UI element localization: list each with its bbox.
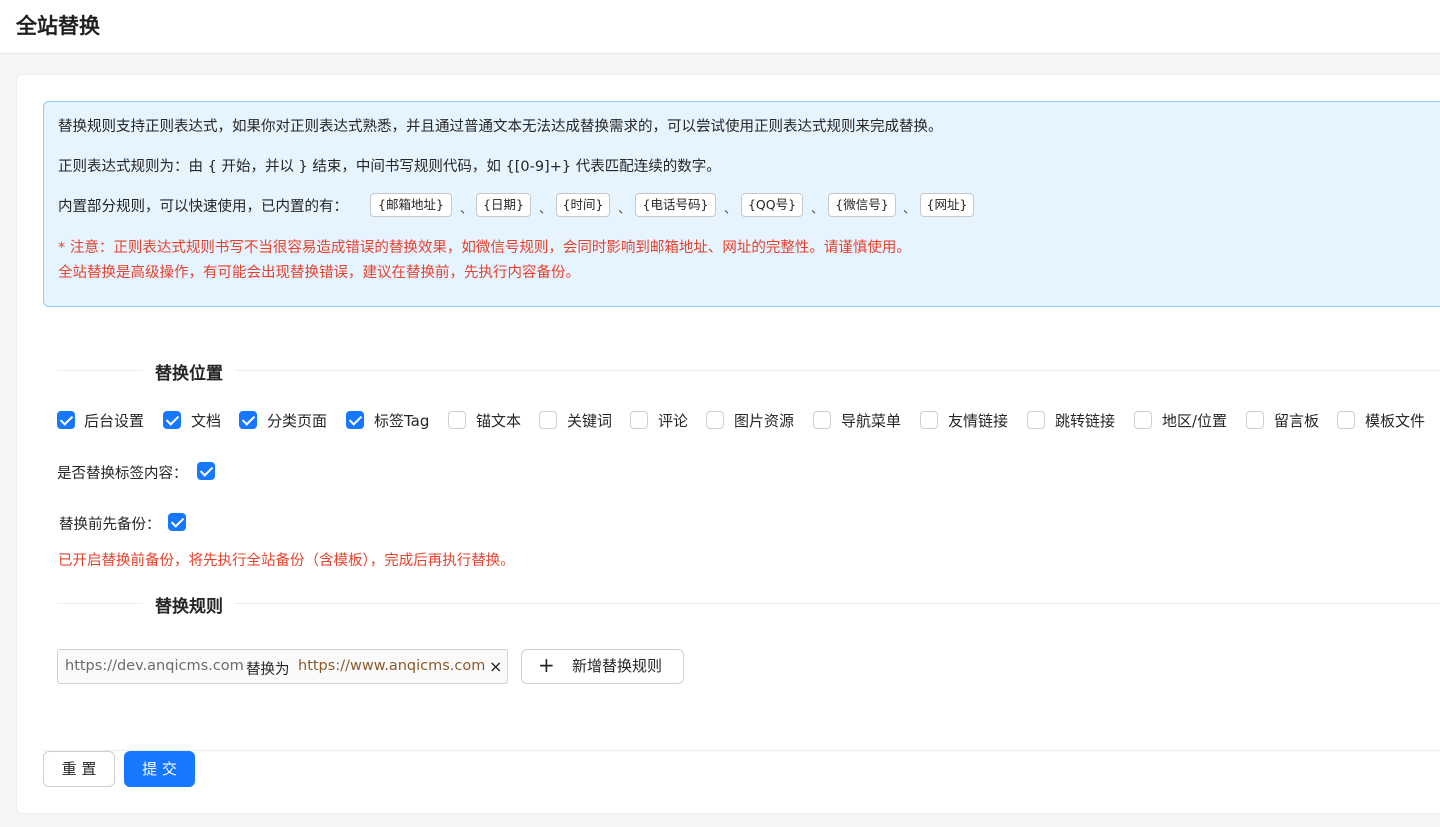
checkbox-label: 友情链接: [948, 412, 1009, 430]
add-replace-rule-button[interactable]: + 新增替换规则: [521, 649, 684, 684]
tag-separator: 、: [460, 202, 474, 217]
builtin-rule-url[interactable]: {网址}: [920, 193, 974, 217]
section-divider: [57, 603, 1440, 604]
checkbox-label: 地区/位置: [1162, 412, 1228, 430]
checkbox-label: 跳转链接: [1055, 412, 1116, 430]
checkbox-tags[interactable]: [346, 411, 364, 429]
rule-to-text: https://www.anqicms.com: [298, 658, 486, 674]
replace-tag-content-label: 是否替换标签内容：: [57, 466, 188, 482]
checkbox-label: 分类页面: [267, 412, 328, 430]
section-title-position: 替换位置: [143, 359, 235, 384]
tag-separator: 、: [903, 202, 917, 217]
tag-separator: 、: [811, 202, 825, 217]
checkbox-keywords[interactable]: [539, 411, 557, 429]
backup-before-replace-label: 替换前先备份：: [59, 517, 161, 533]
checkbox-label: 后台设置: [84, 412, 145, 430]
builtin-rule-time[interactable]: {时间}: [556, 193, 610, 217]
submit-button[interactable]: 提 交: [124, 751, 195, 787]
checkbox-documents[interactable]: [163, 411, 181, 429]
checkbox-redirect-links[interactable]: [1027, 411, 1045, 429]
builtin-rule-phone[interactable]: {电话号码}: [635, 193, 716, 217]
backup-notice: 已开启替换前备份，将先执行全站备份（含模板），完成后再执行替换。: [58, 553, 515, 569]
rule-joiner-text: 替换为: [246, 662, 290, 678]
tag-separator: 、: [724, 202, 738, 217]
checkbox-backend-settings[interactable]: [57, 411, 75, 429]
alert-warning-backup: 全站替换是高级操作，有可能会出现替换错误，建议在替换前，先执行内容备份。: [58, 265, 580, 281]
checkbox-label: 关键词: [567, 412, 613, 430]
checkbox-nav-menu[interactable]: [813, 411, 831, 429]
checkbox-friend-links[interactable]: [920, 411, 938, 429]
section-title-rules: 替换规则: [143, 592, 235, 617]
replace-rule-tag[interactable]: https://dev.anqicms.com 替换为 https://www.…: [57, 649, 508, 684]
checkbox-label: 模板文件: [1365, 412, 1426, 430]
tag-separator: 、: [539, 202, 553, 217]
checkbox-label: 留言板: [1274, 412, 1320, 430]
footer-divider: [43, 750, 1440, 751]
rule-from-text: https://dev.anqicms.com: [65, 658, 244, 674]
alert-line-regex-support: 替换规则支持正则表达式，如果你对正则表达式熟悉，并且通过普通文本无法达成替换需求…: [58, 119, 943, 135]
checkbox-region-location[interactable]: [1134, 411, 1152, 429]
checkbox-label: 文档: [191, 412, 222, 430]
page-title: 全站替换: [16, 14, 100, 38]
page-header: 全站替换: [0, 0, 1440, 54]
checkbox-label: 评论: [658, 412, 689, 430]
replace-tag-content-checkbox[interactable]: [197, 462, 215, 480]
checkbox-label: 图片资源: [734, 412, 795, 430]
section-divider: [57, 370, 1440, 371]
builtin-rule-qq[interactable]: {QQ号}: [741, 193, 803, 217]
add-rule-label: 新增替换规则: [572, 657, 663, 675]
alert-warning-regex: * 注意：正则表达式规则书写不当很容易造成错误的替换效果，如微信号规则，会同时影…: [58, 240, 911, 256]
reset-button[interactable]: 重 置: [43, 751, 115, 787]
alert-line-regex-syntax: 正则表达式规则为：由 { 开始，并以 } 结束，中间书写规则代码，如 {[0-9…: [58, 159, 721, 175]
checkbox-comments[interactable]: [630, 411, 648, 429]
checkbox-label: 锚文本: [476, 412, 522, 430]
checkbox-anchor-text[interactable]: [448, 411, 466, 429]
checkbox-image-resources[interactable]: [706, 411, 724, 429]
plus-icon: +: [538, 653, 555, 677]
backup-before-replace-checkbox[interactable]: [168, 513, 186, 531]
builtin-rule-date[interactable]: {日期}: [476, 193, 531, 217]
alert-line-builtin-rules: 内置部分规则，可以快速使用，已内置的有：: [58, 199, 348, 215]
checkbox-guestbook[interactable]: [1246, 411, 1264, 429]
checkbox-label: 标签Tag: [374, 412, 430, 430]
checkbox-template-files[interactable]: [1337, 411, 1355, 429]
builtin-rule-wechat[interactable]: {微信号}: [828, 193, 896, 217]
checkbox-category-pages[interactable]: [239, 411, 257, 429]
close-icon[interactable]: ×: [489, 657, 502, 676]
builtin-rule-email[interactable]: {邮箱地址}: [370, 193, 452, 217]
tag-separator: 、: [618, 202, 632, 217]
checkbox-label: 导航菜单: [841, 412, 902, 430]
